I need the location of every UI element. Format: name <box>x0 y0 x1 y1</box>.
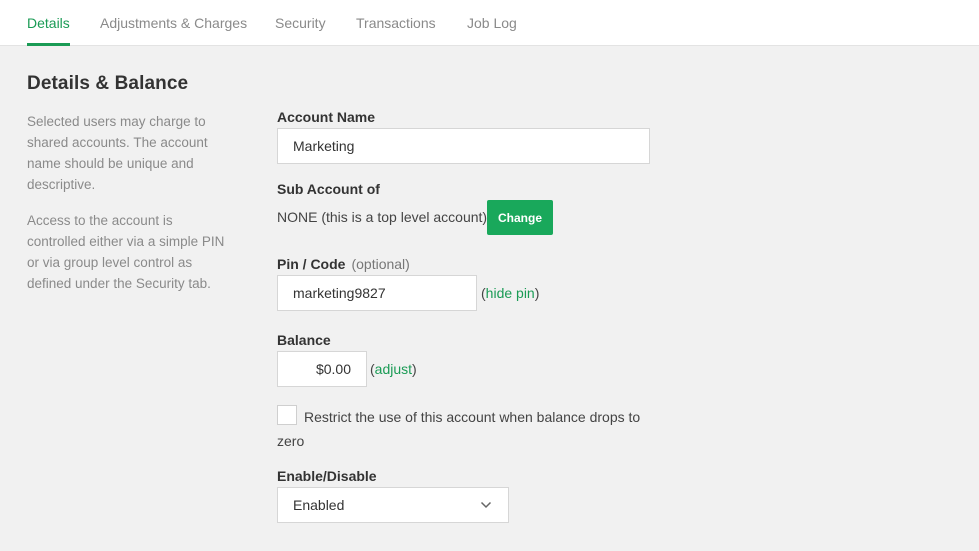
pin-label-text: Pin / Code <box>277 256 346 272</box>
tab-adjustments-charges[interactable]: Adjustments & Charges <box>100 15 247 31</box>
pin-optional-text: (optional) <box>351 256 410 272</box>
adjust-close-paren: ) <box>412 361 417 377</box>
description-text: Selected users may charge to shared acco… <box>27 114 208 192</box>
hide-pin-link[interactable]: hide pin <box>486 285 535 301</box>
enable-disable-value: Enabled <box>293 497 345 513</box>
tab-transactions[interactable]: Transactions <box>356 15 436 31</box>
access-description-text: Access to the account is controlled eith… <box>27 213 225 291</box>
sub-account-label: Sub Account of <box>277 181 380 197</box>
pin-label: Pin / Code (optional) <box>277 256 410 272</box>
details-panel: Details & Balance Selected users may cha… <box>0 46 979 551</box>
tab-job-log[interactable]: Job Log <box>467 15 517 31</box>
chevron-down-icon <box>480 501 492 509</box>
restrict-checkbox-label: Restrict the use of this account when ba… <box>277 409 641 449</box>
hide-pin-close-paren: ) <box>534 285 540 301</box>
balance-label: Balance <box>277 332 331 348</box>
account-name-label: Account Name <box>277 109 376 125</box>
account-name-input[interactable] <box>277 128 650 164</box>
restrict-checkbox[interactable] <box>277 405 297 425</box>
section-title: Details & Balance <box>27 73 189 94</box>
enable-disable-select[interactable]: Enabled <box>277 487 509 523</box>
enable-disable-label: Enable/Disable <box>277 468 377 484</box>
tab-security[interactable]: Security <box>275 15 326 31</box>
pin-input[interactable] <box>277 275 477 311</box>
sub-account-value: NONE (this is a top level account) <box>277 209 488 225</box>
hide-pin-wrapper: (hide pin) <box>481 285 539 301</box>
balance-input[interactable] <box>277 351 367 387</box>
tab-details[interactable]: Details <box>27 15 70 31</box>
adjust-link[interactable]: adjust <box>375 361 412 377</box>
change-button[interactable]: Change <box>487 200 553 235</box>
tab-bar: Details Adjustments & Charges Security T… <box>0 0 979 46</box>
adjust-wrapper: (adjust) <box>370 361 417 377</box>
